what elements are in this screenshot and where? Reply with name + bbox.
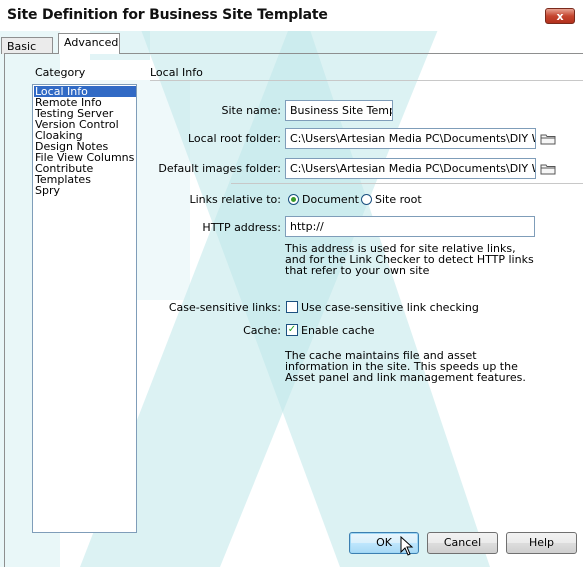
cache-checkbox[interactable]: ✓ bbox=[286, 324, 298, 336]
http-address-label: HTTP address: bbox=[202, 221, 281, 234]
links-divider bbox=[231, 183, 583, 184]
cache-checkbox-label[interactable]: Enable cache bbox=[301, 324, 375, 337]
section-title: Local Info bbox=[150, 66, 203, 79]
document-radio[interactable] bbox=[288, 194, 299, 205]
browse-folder-icon[interactable] bbox=[540, 133, 556, 145]
mouse-pointer-icon bbox=[400, 536, 414, 556]
close-button[interactable]: x bbox=[545, 8, 575, 24]
case-sensitive-checkbox[interactable] bbox=[286, 301, 298, 313]
section-divider bbox=[150, 80, 583, 81]
cancel-button[interactable]: Cancel bbox=[427, 532, 498, 554]
links-relative-label: Links relative to: bbox=[189, 193, 282, 206]
cache-label: Cache: bbox=[243, 324, 281, 337]
case-sensitive-label: Case-sensitive links: bbox=[168, 301, 281, 314]
title-bar: Site Definition for Business Site Templa… bbox=[0, 0, 583, 31]
category-item-spry[interactable]: Spry bbox=[34, 185, 136, 196]
document-radio-label[interactable]: Document bbox=[302, 193, 359, 206]
http-address-help: This address is used for site relative l… bbox=[285, 242, 534, 277]
close-icon: x bbox=[556, 10, 564, 23]
check-icon: ✓ bbox=[287, 324, 297, 335]
http-address-input[interactable]: http:// bbox=[285, 216, 535, 237]
help-button[interactable]: Help bbox=[506, 532, 577, 554]
local-root-input[interactable]: C:\Users\Artesian Media PC\Documents\DIY… bbox=[285, 128, 536, 149]
site-root-radio[interactable] bbox=[361, 194, 372, 205]
category-heading: Category bbox=[35, 66, 86, 79]
default-images-label: Default images folder: bbox=[158, 162, 281, 175]
default-images-input[interactable]: C:\Users\Artesian Media PC\Documents\DIY… bbox=[285, 158, 536, 179]
window-title: Site Definition for Business Site Templa… bbox=[7, 7, 328, 23]
tab-basic[interactable]: Basic bbox=[1, 37, 53, 54]
category-list[interactable]: Local Info Remote Info Testing Server Ve… bbox=[32, 84, 137, 533]
tab-advanced[interactable]: Advanced bbox=[58, 33, 120, 54]
site-name-label: Site name: bbox=[221, 104, 281, 117]
cache-help: The cache maintains file and asset infor… bbox=[285, 349, 526, 384]
case-sensitive-checkbox-label[interactable]: Use case-sensitive link checking bbox=[301, 301, 479, 314]
site-root-radio-label[interactable]: Site root bbox=[375, 193, 422, 206]
browse-images-folder-icon[interactable] bbox=[540, 163, 556, 175]
site-definition-dialog: Site Definition for Business Site Templa… bbox=[0, 0, 583, 567]
site-name-input[interactable]: Business Site Templa bbox=[285, 100, 393, 121]
local-root-label: Local root folder: bbox=[187, 132, 281, 145]
